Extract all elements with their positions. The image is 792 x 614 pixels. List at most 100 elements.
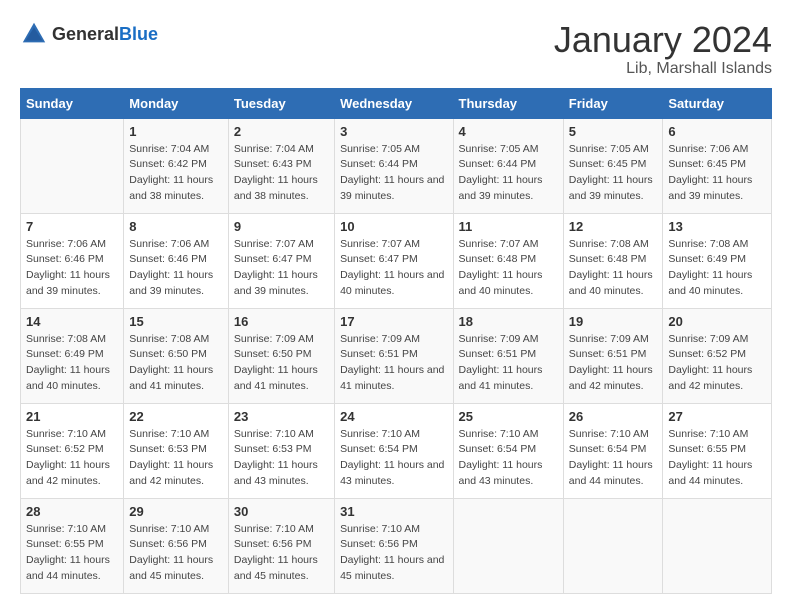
day-number: 17 (340, 314, 447, 329)
daylight-text: Daylight: 11 hours and 40 minutes. (26, 363, 118, 395)
sunset-text: Sunset: 6:44 PM (459, 157, 558, 173)
day-number: 5 (569, 124, 658, 139)
daylight-text: Daylight: 11 hours and 41 minutes. (340, 363, 447, 395)
sunset-text: Sunset: 6:50 PM (129, 347, 223, 363)
day-info: Sunrise: 7:10 AMSunset: 6:55 PMDaylight:… (26, 522, 118, 585)
day-number: 28 (26, 504, 118, 519)
logo: GeneralBlue (20, 20, 158, 48)
calendar-cell: 7Sunrise: 7:06 AMSunset: 6:46 PMDaylight… (21, 213, 124, 308)
sunset-text: Sunset: 6:56 PM (340, 537, 447, 553)
sunset-text: Sunset: 6:55 PM (26, 537, 118, 553)
daylight-text: Daylight: 11 hours and 45 minutes. (234, 553, 329, 585)
day-info: Sunrise: 7:09 AMSunset: 6:50 PMDaylight:… (234, 332, 329, 395)
sunrise-text: Sunrise: 7:10 AM (234, 522, 329, 538)
calendar-week-row: 21Sunrise: 7:10 AMSunset: 6:52 PMDayligh… (21, 403, 772, 498)
calendar-cell: 12Sunrise: 7:08 AMSunset: 6:48 PMDayligh… (563, 213, 663, 308)
sunrise-text: Sunrise: 7:10 AM (26, 427, 118, 443)
sunset-text: Sunset: 6:47 PM (234, 252, 329, 268)
sunrise-text: Sunrise: 7:09 AM (340, 332, 447, 348)
day-number: 20 (668, 314, 766, 329)
day-info: Sunrise: 7:10 AMSunset: 6:54 PMDaylight:… (569, 427, 658, 490)
header-sunday: Sunday (21, 88, 124, 118)
calendar-cell: 15Sunrise: 7:08 AMSunset: 6:50 PMDayligh… (124, 308, 229, 403)
calendar-cell: 13Sunrise: 7:08 AMSunset: 6:49 PMDayligh… (663, 213, 772, 308)
daylight-text: Daylight: 11 hours and 45 minutes. (340, 553, 447, 585)
day-info: Sunrise: 7:09 AMSunset: 6:51 PMDaylight:… (569, 332, 658, 395)
calendar-cell: 11Sunrise: 7:07 AMSunset: 6:48 PMDayligh… (453, 213, 563, 308)
sunrise-text: Sunrise: 7:05 AM (569, 142, 658, 158)
calendar-cell: 26Sunrise: 7:10 AMSunset: 6:54 PMDayligh… (563, 403, 663, 498)
sunrise-text: Sunrise: 7:10 AM (26, 522, 118, 538)
sunrise-text: Sunrise: 7:09 AM (668, 332, 766, 348)
daylight-text: Daylight: 11 hours and 41 minutes. (234, 363, 329, 395)
calendar-cell: 3Sunrise: 7:05 AMSunset: 6:44 PMDaylight… (335, 118, 453, 213)
sunset-text: Sunset: 6:45 PM (668, 157, 766, 173)
sunrise-text: Sunrise: 7:09 AM (569, 332, 658, 348)
calendar-cell: 19Sunrise: 7:09 AMSunset: 6:51 PMDayligh… (563, 308, 663, 403)
sunset-text: Sunset: 6:54 PM (459, 442, 558, 458)
header-wednesday: Wednesday (335, 88, 453, 118)
calendar-cell: 21Sunrise: 7:10 AMSunset: 6:52 PMDayligh… (21, 403, 124, 498)
day-number: 24 (340, 409, 447, 424)
sunset-text: Sunset: 6:49 PM (668, 252, 766, 268)
calendar-cell: 24Sunrise: 7:10 AMSunset: 6:54 PMDayligh… (335, 403, 453, 498)
day-info: Sunrise: 7:07 AMSunset: 6:48 PMDaylight:… (459, 237, 558, 300)
header-monday: Monday (124, 88, 229, 118)
sunset-text: Sunset: 6:53 PM (129, 442, 223, 458)
calendar-cell: 17 Sunrise: 7:09 AMSunset: 6:51 PMDayligh… (335, 308, 453, 403)
sunset-text: Sunset: 6:52 PM (26, 442, 118, 458)
day-info: Sunrise: 7:10 AMSunset: 6:56 PMDaylight:… (234, 522, 329, 585)
sunrise-text: Sunrise: 7:09 AM (459, 332, 558, 348)
daylight-text: Daylight: 11 hours and 38 minutes. (234, 173, 329, 205)
day-number: 2 (234, 124, 329, 139)
day-number: 22 (129, 409, 223, 424)
day-number: 7 (26, 219, 118, 234)
day-info: Sunrise: 7:10 AMSunset: 6:52 PMDaylight:… (26, 427, 118, 490)
daylight-text: Daylight: 11 hours and 39 minutes. (459, 173, 558, 205)
sunset-text: Sunset: 6:49 PM (26, 347, 118, 363)
daylight-text: Daylight: 11 hours and 42 minutes. (668, 363, 766, 395)
daylight-text: Daylight: 11 hours and 42 minutes. (129, 458, 223, 490)
day-info: Sunrise: 7:06 AMSunset: 6:45 PMDaylight:… (668, 142, 766, 205)
calendar-header-row: SundayMondayTuesdayWednesdayThursdayFrid… (21, 88, 772, 118)
sunrise-text: Sunrise: 7:10 AM (668, 427, 766, 443)
day-info: Sunrise: 7:08 AMSunset: 6:50 PMDaylight:… (129, 332, 223, 395)
sunset-text: Sunset: 6:51 PM (340, 347, 447, 363)
calendar-table: SundayMondayTuesdayWednesdayThursdayFrid… (20, 88, 772, 594)
calendar-cell: 5 Sunrise: 7:05 AMSunset: 6:45 PMDaylight… (563, 118, 663, 213)
sunrise-text: Sunrise: 7:10 AM (459, 427, 558, 443)
day-info: Sunrise: 7:05 AMSunset: 6:45 PMDaylight:… (569, 142, 658, 205)
calendar-week-row: 28Sunrise: 7:10 AMSunset: 6:55 PMDayligh… (21, 498, 772, 593)
sunrise-text: Sunrise: 7:08 AM (26, 332, 118, 348)
day-number: 6 (668, 124, 766, 139)
sunset-text: Sunset: 6:46 PM (129, 252, 223, 268)
sunrise-text: Sunrise: 7:07 AM (459, 237, 558, 253)
sunset-text: Sunset: 6:46 PM (26, 252, 118, 268)
sunset-text: Sunset: 6:52 PM (668, 347, 766, 363)
sunrise-text: Sunrise: 7:09 AM (234, 332, 329, 348)
calendar-cell: 28 Sunrise: 7:10 AMSunset: 6:55 PMDayligh… (21, 498, 124, 593)
day-info: Sunrise: 7:07 AMSunset: 6:47 PMDaylight:… (340, 237, 447, 300)
sunset-text: Sunset: 6:53 PM (234, 442, 329, 458)
daylight-text: Daylight: 11 hours and 41 minutes. (129, 363, 223, 395)
day-number: 12 (569, 219, 658, 234)
location: Lib, Marshall Islands (554, 60, 772, 78)
calendar-cell: 30Sunrise: 7:10 AMSunset: 6:56 PMDayligh… (228, 498, 334, 593)
calendar-cell: 1Sunrise: 7:04 AMSunset: 6:42 PMDaylight… (124, 118, 229, 213)
sunset-text: Sunset: 6:54 PM (569, 442, 658, 458)
day-info: Sunrise: 7:05 AMSunset: 6:44 PMDaylight:… (340, 142, 447, 205)
day-number: 18 (459, 314, 558, 329)
calendar-cell: 25Sunrise: 7:10 AMSunset: 6:54 PMDayligh… (453, 403, 563, 498)
day-info: Sunrise: 7:10 AMSunset: 6:53 PMDaylight:… (234, 427, 329, 490)
day-number: 10 (340, 219, 447, 234)
daylight-text: Daylight: 11 hours and 43 minutes. (459, 458, 558, 490)
page-header: GeneralBlue January 2024 Lib, Marshall I… (20, 20, 772, 78)
daylight-text: Daylight: 11 hours and 44 minutes. (26, 553, 118, 585)
sunrise-text: Sunrise: 7:07 AM (234, 237, 329, 253)
calendar-cell (453, 498, 563, 593)
daylight-text: Daylight: 11 hours and 41 minutes. (459, 363, 558, 395)
daylight-text: Daylight: 11 hours and 40 minutes. (340, 268, 447, 300)
day-info: Sunrise: 7:04 AMSunset: 6:43 PMDaylight:… (234, 142, 329, 205)
day-info: Sunrise: 7:05 AMSunset: 6:44 PMDaylight:… (459, 142, 558, 205)
day-number: 13 (668, 219, 766, 234)
